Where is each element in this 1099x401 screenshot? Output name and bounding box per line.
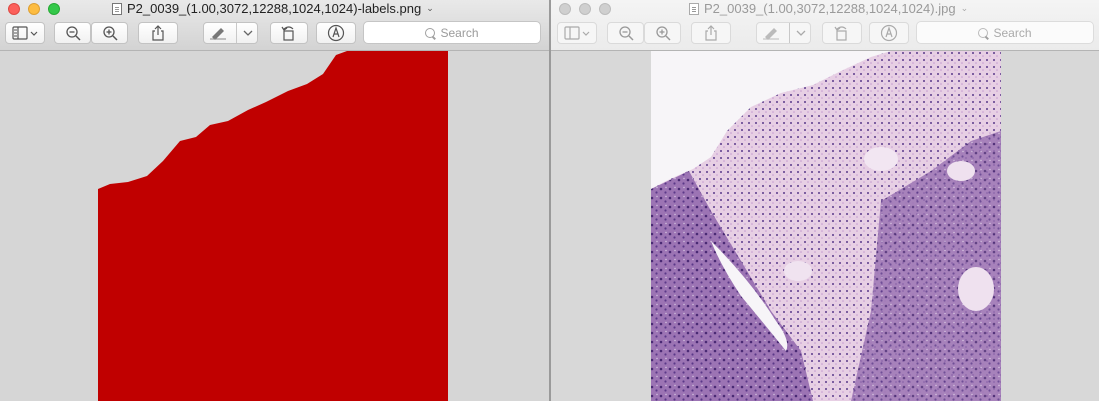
close-button[interactable] xyxy=(559,3,571,15)
window-title: P2_0039_(1.00,3072,12288,1024,1024).jpg … xyxy=(689,0,968,17)
sidebar-toggle-button[interactable] xyxy=(5,22,45,44)
markup-icon xyxy=(327,24,345,42)
zoom-in-icon xyxy=(102,26,118,41)
rotate-icon xyxy=(834,26,847,41)
gland-lumen xyxy=(784,261,812,281)
sidebar-toggle-button[interactable] xyxy=(557,22,597,44)
zoom-in-icon xyxy=(655,26,671,41)
sidebar-icon xyxy=(564,26,590,40)
left-toolbar: P2_0039_(1.00,3072,12288,1024,1024)-labe… xyxy=(0,0,549,51)
minimize-button[interactable] xyxy=(579,3,591,15)
search-field[interactable]: Search xyxy=(916,21,1094,44)
gland-lumen xyxy=(864,147,898,171)
right-preview-window: P2_0039_(1.00,3072,12288,1024,1024).jpg … xyxy=(551,0,1099,401)
histology-image xyxy=(651,51,1001,401)
search-field[interactable]: Search xyxy=(363,21,541,44)
window-controls xyxy=(8,3,60,15)
close-button[interactable] xyxy=(8,3,20,15)
button-separator xyxy=(236,23,237,43)
chevron-down-icon[interactable]: ⌄ xyxy=(961,0,969,17)
zoom-in-button[interactable] xyxy=(644,22,681,44)
share-icon xyxy=(705,25,717,41)
chevron-down-icon[interactable] xyxy=(796,29,806,37)
gland-lumen xyxy=(947,161,975,181)
zoom-button[interactable] xyxy=(48,3,60,15)
window-controls xyxy=(559,3,611,15)
label-image-canvas xyxy=(0,51,549,401)
share-button[interactable] xyxy=(691,22,731,44)
minimize-button[interactable] xyxy=(28,3,40,15)
right-toolbar: P2_0039_(1.00,3072,12288,1024,1024).jpg … xyxy=(551,0,1099,51)
label-mask-region xyxy=(98,51,448,401)
document-icon xyxy=(112,2,122,15)
pen-icon xyxy=(210,28,226,40)
histology-image-canvas xyxy=(551,51,1099,401)
zoom-button[interactable] xyxy=(599,3,611,15)
markup-pen-button[interactable] xyxy=(203,22,258,44)
search-icon xyxy=(978,27,989,38)
window-title: P2_0039_(1.00,3072,12288,1024,1024)-labe… xyxy=(112,0,434,17)
zoom-in-button[interactable] xyxy=(91,22,128,44)
search-placeholder: Search xyxy=(993,25,1032,40)
rotate-button[interactable] xyxy=(270,22,308,44)
chevron-down-icon[interactable] xyxy=(243,29,253,37)
left-title-text: P2_0039_(1.00,3072,12288,1024,1024)-labe… xyxy=(127,1,422,16)
left-preview-window: P2_0039_(1.00,3072,12288,1024,1024)-labe… xyxy=(0,0,549,401)
share-button[interactable] xyxy=(138,22,178,44)
markup-icon xyxy=(880,24,898,42)
share-icon xyxy=(152,25,164,41)
gland-lumen xyxy=(958,267,994,311)
label-mask-image xyxy=(98,51,448,401)
rotate-icon xyxy=(281,26,294,41)
sidebar-icon xyxy=(12,26,38,40)
document-icon xyxy=(689,2,699,15)
zoom-out-icon xyxy=(65,26,81,41)
chevron-down-icon[interactable]: ⌄ xyxy=(426,0,434,17)
rotate-button[interactable] xyxy=(822,22,862,44)
zoom-out-button[interactable] xyxy=(54,22,91,44)
markup-button[interactable] xyxy=(316,22,356,44)
zoom-out-button[interactable] xyxy=(607,22,644,44)
pen-icon xyxy=(763,28,779,40)
right-title-text: P2_0039_(1.00,3072,12288,1024,1024).jpg xyxy=(704,1,956,16)
search-icon xyxy=(425,27,436,38)
button-separator xyxy=(789,23,790,43)
markup-button[interactable] xyxy=(869,22,909,44)
search-placeholder: Search xyxy=(440,25,479,40)
markup-pen-button[interactable] xyxy=(756,22,811,44)
zoom-out-icon xyxy=(618,26,634,41)
